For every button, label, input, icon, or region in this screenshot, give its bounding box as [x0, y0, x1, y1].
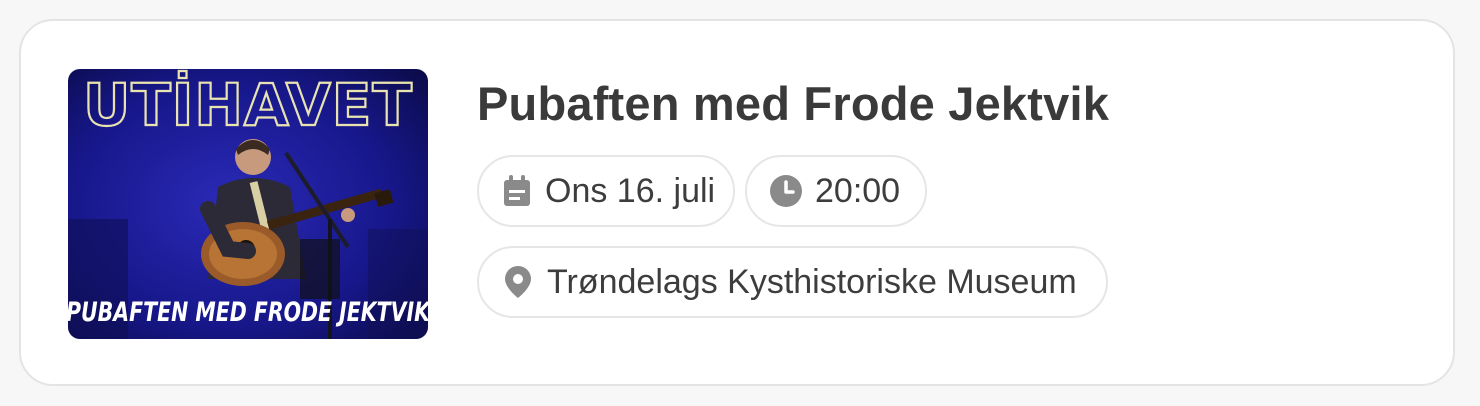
event-thumbnail[interactable]: UTİHAVET PUBAFTEN MED FRODE JEKTVIK — [68, 69, 428, 339]
thumbnail-logo-text: UTİHAVET — [83, 70, 413, 139]
location-pin-icon — [501, 265, 535, 299]
event-time-text: 20:00 — [815, 171, 901, 210]
event-location-pill[interactable]: Trøndelags Kysthistoriske Museum — [477, 246, 1108, 318]
event-date-pill: Ons 16. juli — [477, 155, 735, 227]
event-date-text: Ons 16. juli — [545, 171, 716, 210]
event-time-pill: 20:00 — [745, 155, 927, 227]
event-title[interactable]: Pubaften med Frode Jektvik — [477, 76, 1109, 131]
clock-icon — [769, 174, 803, 208]
calendar-icon — [501, 174, 533, 208]
event-location-text: Trøndelags Kysthistoriske Museum — [547, 262, 1077, 301]
thumbnail-caption-text: PUBAFTEN MED FRODE JEKTVIK — [68, 297, 428, 328]
